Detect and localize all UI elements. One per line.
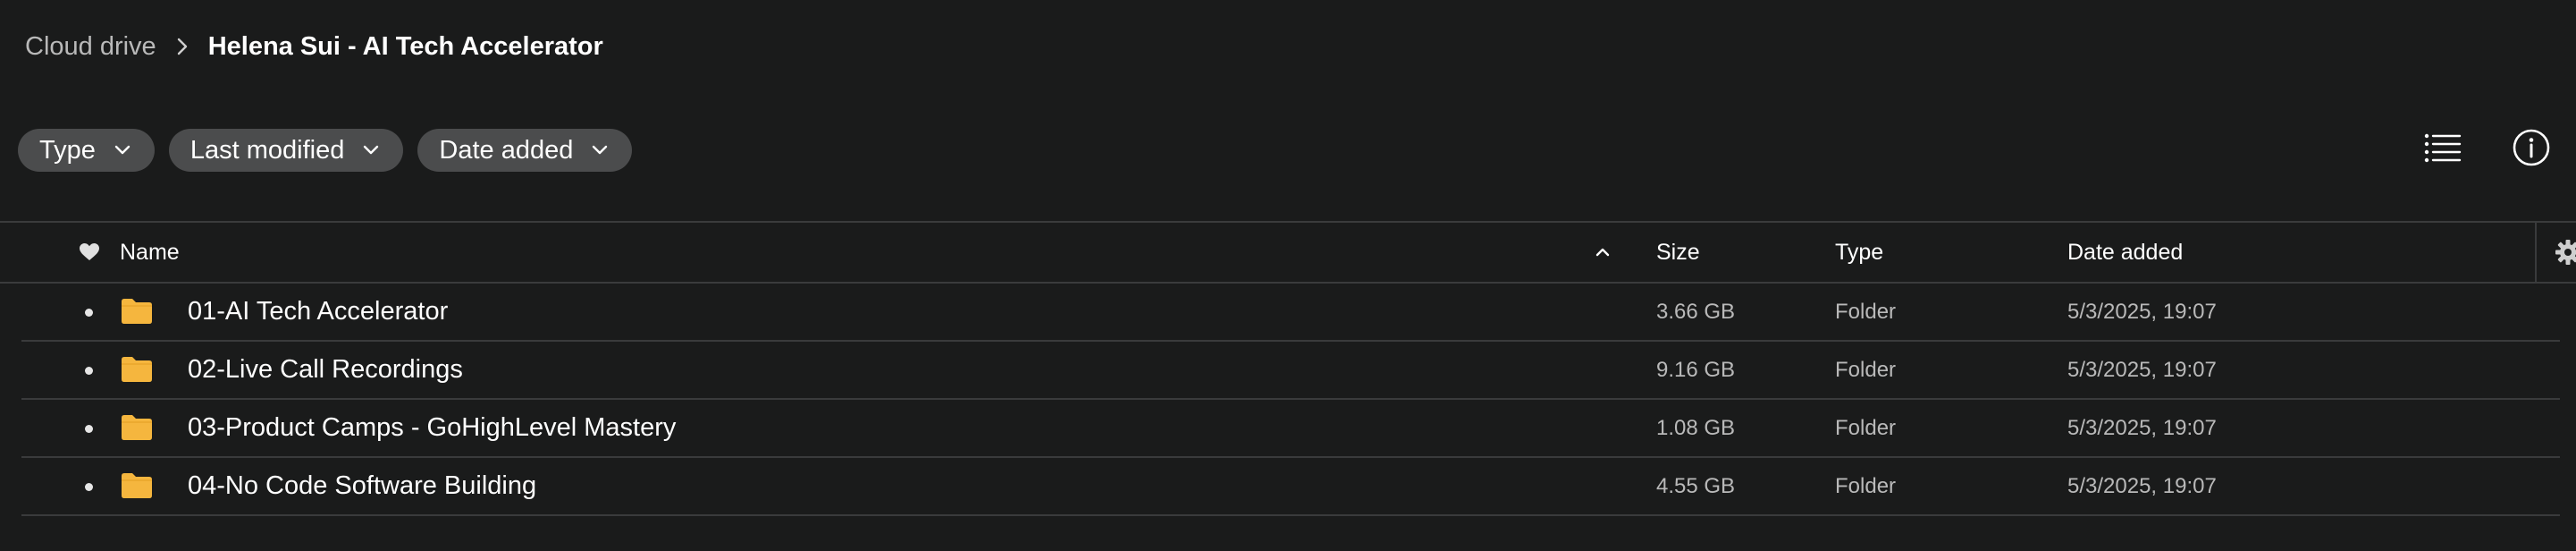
chevron-right-icon [176,37,189,56]
filter-date-added-label: Date added [439,135,574,165]
column-divider [2535,223,2537,282]
bullet-icon [85,425,93,433]
row-date-added: 5/3/2025, 19:07 [2067,473,2217,498]
column-header-size[interactable]: Size [1656,223,1700,282]
row-size: 4.55 GB [1656,473,1736,498]
bullet-icon [85,367,93,375]
bullet-icon [85,309,93,317]
filter-type-button[interactable]: Type [18,129,155,172]
row-type: Folder [1835,473,1897,498]
list-view-icon[interactable] [2424,132,2462,163]
row-date-added: 5/3/2025, 19:07 [2067,415,2217,440]
gear-icon[interactable] [2555,223,2576,282]
table-row[interactable]: 04-No Code Software Building 4.55 GB Fol… [21,458,2560,516]
column-header-date-added[interactable]: Date added [2067,223,2183,282]
column-header-type[interactable]: Type [1835,223,1883,282]
column-header-name[interactable]: Name [120,223,180,282]
folder-icon [120,297,154,330]
filter-last-modified-button[interactable]: Last modified [168,129,404,172]
row-size: 1.08 GB [1656,415,1736,440]
chevron-down-icon [591,145,609,156]
folder-icon [120,355,154,388]
table-row[interactable]: 03-Product Camps - GoHighLevel Mastery 1… [21,400,2560,458]
chevron-down-icon [114,145,131,156]
row-type: Folder [1835,299,1897,324]
row-date-added: 5/3/2025, 19:07 [2067,357,2217,382]
heart-icon[interactable] [79,223,100,282]
table-header: Name Size Type Date added [0,223,2576,282]
row-name[interactable]: 03-Product Camps - GoHighLevel Mastery [188,400,676,456]
bullet-icon [85,483,93,491]
filter-bar: Type Last modified Date added [18,129,633,172]
folder-icon [120,471,154,504]
folder-icon [120,413,154,446]
row-size: 3.66 GB [1656,299,1736,324]
row-date-added: 5/3/2025, 19:07 [2067,299,2217,324]
filter-last-modified-label: Last modified [189,135,345,165]
row-name[interactable]: 02-Live Call Recordings [188,342,463,398]
table-row[interactable]: 01-AI Tech Accelerator 3.66 GB Folder 5/… [21,284,2560,342]
breadcrumb-root-link[interactable]: Cloud drive [25,32,156,62]
filter-date-added-button[interactable]: Date added [417,129,633,172]
breadcrumb-current: Helena Sui - AI Tech Accelerator [207,31,603,61]
table-row[interactable]: 02-Live Call Recordings 9.16 GB Folder 5… [21,342,2560,400]
file-list: 01-AI Tech Accelerator 3.66 GB Folder 5/… [0,284,2576,516]
row-type: Folder [1835,415,1897,440]
row-size: 9.16 GB [1656,357,1736,382]
view-controls [2424,128,2551,167]
info-icon[interactable] [2512,128,2551,167]
chevron-up-icon[interactable] [1595,223,1611,282]
row-type: Folder [1835,357,1897,382]
chevron-down-icon [362,145,380,156]
row-name[interactable]: 04-No Code Software Building [188,458,536,514]
row-name[interactable]: 01-AI Tech Accelerator [188,284,448,340]
filter-type-label: Type [39,135,96,165]
breadcrumb: Cloud drive Helena Sui - AI Tech Acceler… [25,25,603,68]
